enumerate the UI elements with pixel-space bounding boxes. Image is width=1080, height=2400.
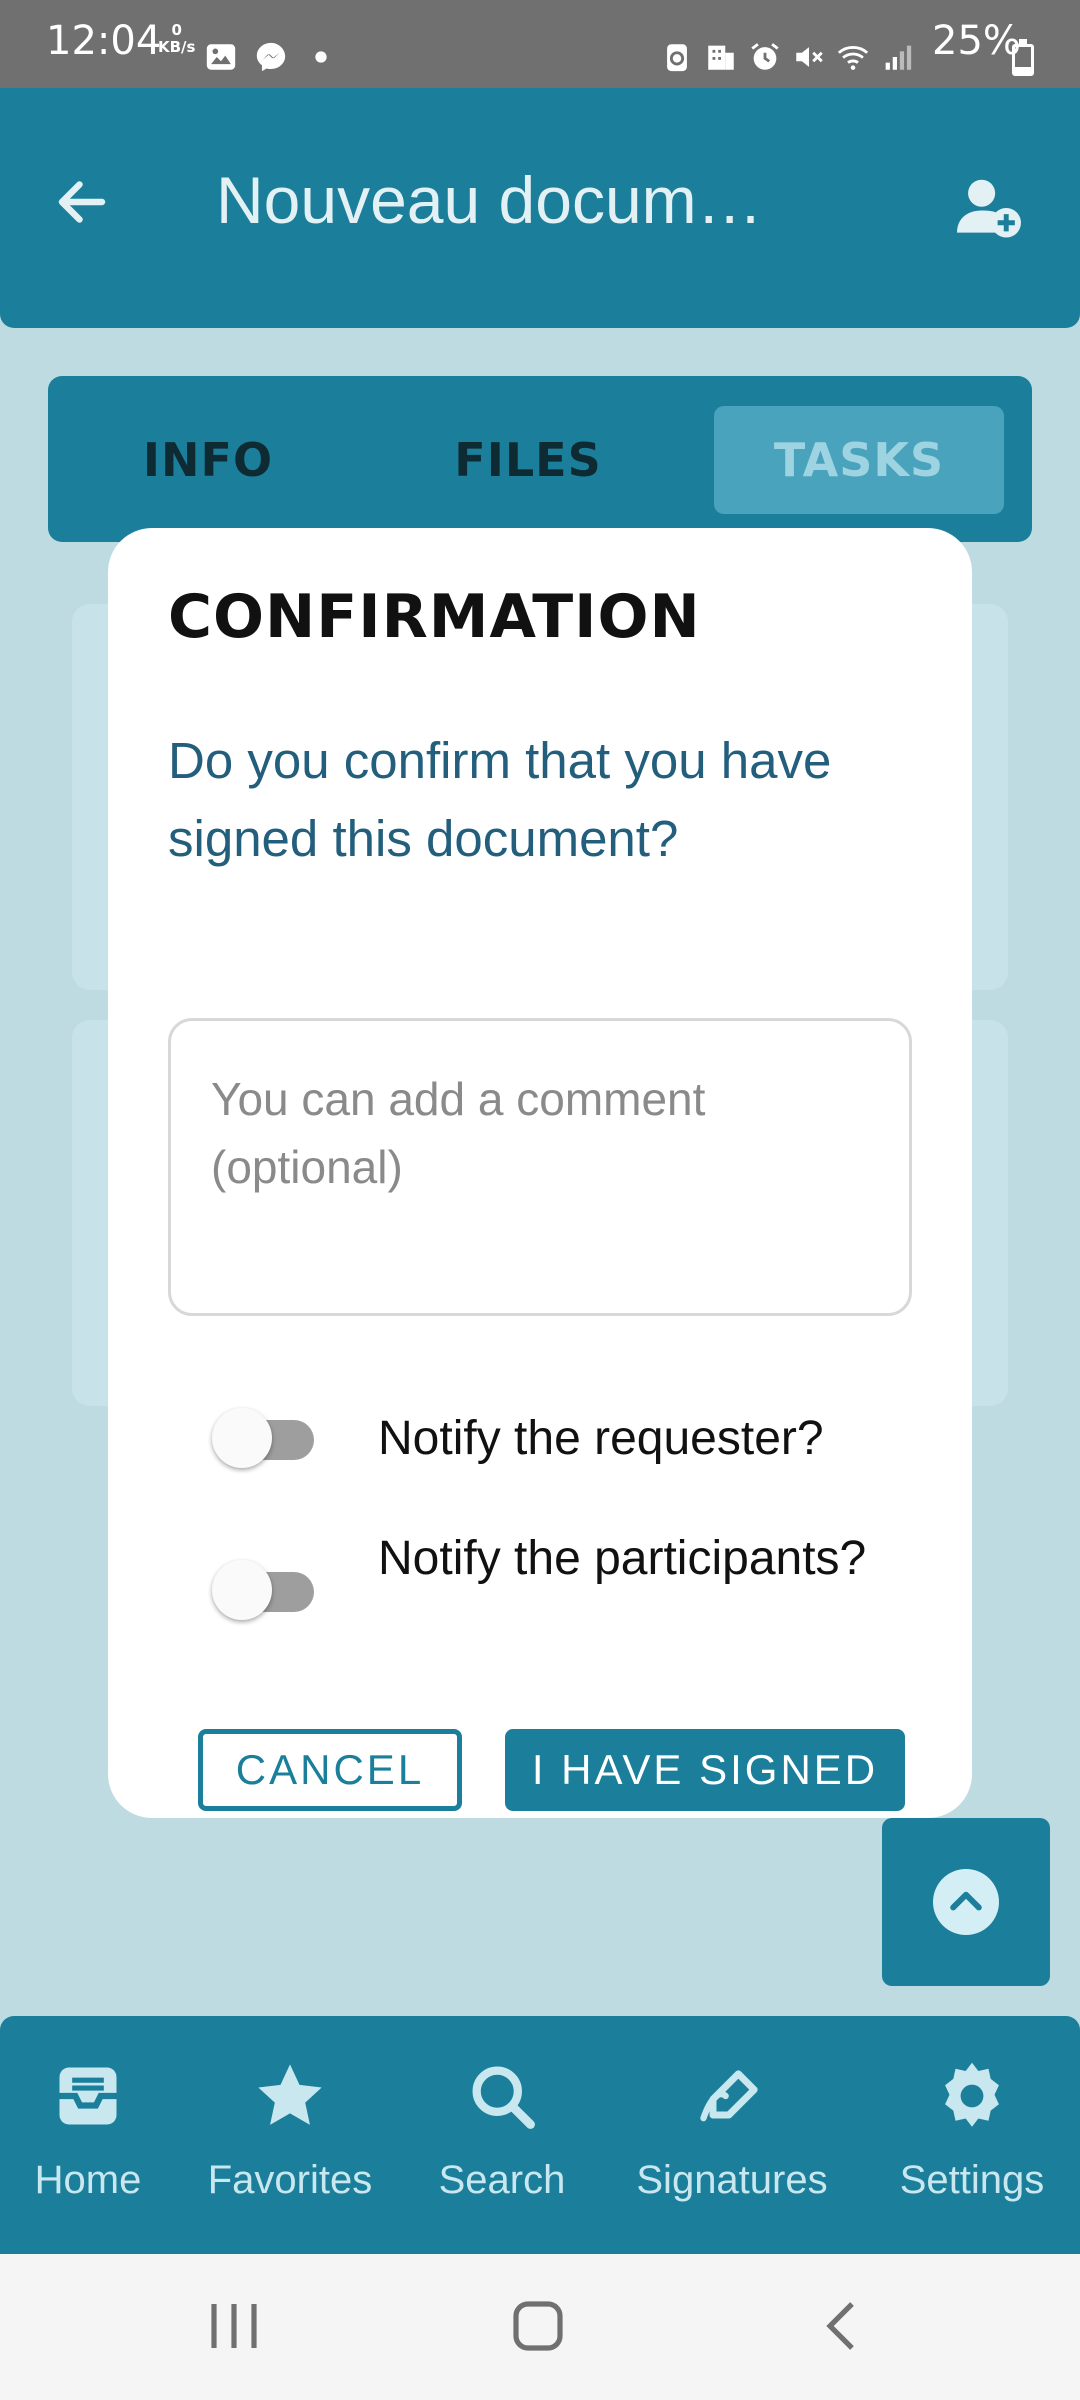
nav-item-home[interactable]: Home (0, 2058, 196, 2203)
data-rate-value: 0 (171, 21, 182, 39)
nav-item-search[interactable]: Search (394, 2058, 610, 2203)
messenger-icon (256, 42, 286, 72)
home-icon[interactable] (512, 2300, 564, 2352)
nav-label-search: Search (438, 2158, 566, 2202)
notify-requester-label: Notify the requester? (378, 1412, 824, 1465)
search-icon (472, 2066, 535, 2129)
scroll-to-top-button[interactable] (882, 1818, 1050, 1986)
nav-label-settings: Settings (899, 2158, 1045, 2202)
building-icon (708, 45, 734, 70)
alarm-icon (751, 43, 779, 70)
chevron-up-icon (950, 1891, 982, 1911)
wifi-icon (837, 46, 869, 70)
recycle-icon (667, 44, 687, 72)
star-icon (258, 2064, 322, 2125)
status-bar: 12:04 0 KB/s 25% (0, 0, 1080, 88)
inbox-icon (59, 2067, 117, 2125)
dialog-question: Do you confirm that you have signed this… (168, 732, 832, 867)
battery-percentage: 25% (932, 18, 1021, 64)
back-icon[interactable] (822, 2300, 862, 2352)
confirmation-dialog: CONFIRMATION Do you confirm that you hav… (108, 528, 972, 1818)
cancel-button[interactable]: CANCEL (198, 1729, 462, 1811)
battery-level (1015, 66, 1031, 73)
dot-icon (315, 51, 327, 63)
signature-pen-icon (700, 2070, 758, 2122)
tab-tasks[interactable]: TASKS (714, 406, 1004, 514)
page-title: Nouveau docum… (216, 163, 763, 237)
toggle-knob (212, 1560, 272, 1620)
back-arrow-icon[interactable] (52, 172, 112, 232)
nav-label-signatures: Signatures (636, 2158, 828, 2202)
data-rate-indicator: 0 KB/s (158, 22, 195, 56)
toggle-knob (212, 1408, 272, 1468)
bottom-navigation: Home Favorites Search Signatures Setting… (0, 2016, 1080, 2254)
i-have-signed-button[interactable]: I HAVE SIGNED (505, 1729, 905, 1811)
comment-field[interactable] (168, 1018, 912, 1316)
tab-bar: INFO FILES TASKS (48, 376, 1032, 542)
nav-item-settings[interactable]: Settings (864, 2058, 1080, 2203)
gear-icon (945, 2062, 999, 2127)
tab-files[interactable]: FILES (428, 406, 628, 514)
data-rate-unit: KB/s (158, 38, 196, 56)
mute-icon (796, 47, 823, 67)
notify-participants-toggle[interactable] (204, 1560, 322, 1620)
nav-label-home: Home (34, 2158, 142, 2202)
gallery-icon (206, 44, 236, 70)
nav-label-favorites: Favorites (207, 2158, 373, 2202)
notify-requester-toggle[interactable] (204, 1408, 322, 1468)
nav-item-signatures[interactable]: Signatures (624, 2058, 840, 2203)
signal-icon (885, 45, 912, 70)
nav-item-favorites[interactable]: Favorites (182, 2058, 398, 2203)
system-navigation-bar (0, 2254, 1080, 2400)
battery-icon (1012, 39, 1034, 76)
notify-participants-label: Notify the participants? (378, 1532, 867, 1585)
tab-info[interactable]: INFO (108, 406, 308, 514)
dialog-title: CONFIRMATION (168, 582, 701, 652)
recent-apps-icon[interactable] (206, 2300, 262, 2352)
add-participant-icon[interactable] (954, 176, 1024, 240)
status-time: 12:04 (46, 18, 162, 64)
